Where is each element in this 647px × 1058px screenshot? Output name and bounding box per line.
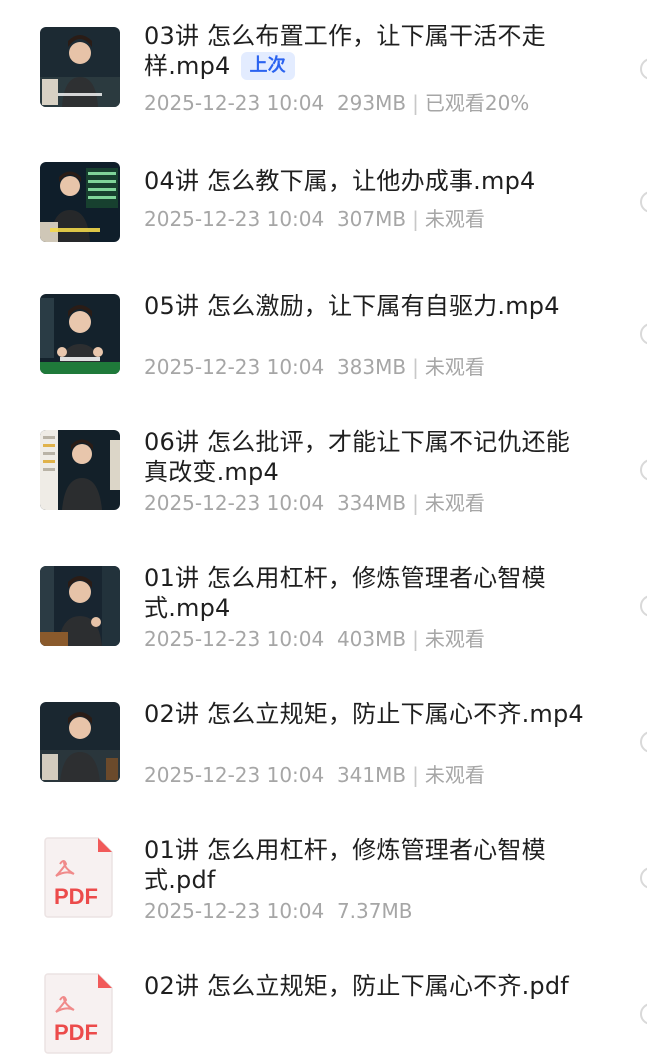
file-date: 2025-12-23 10:04 <box>144 355 325 379</box>
last-played-badge: 上次 <box>240 52 295 80</box>
video-thumbnail <box>40 27 120 107</box>
video-thumbnail <box>40 430 120 510</box>
file-title: 06讲 怎么批评，才能让下属不记仇还能真改变.mp4 <box>144 428 570 486</box>
select-radio[interactable] <box>640 731 647 753</box>
file-size: 383MB <box>336 355 407 379</box>
select-radio[interactable] <box>640 58 647 80</box>
file-meta: 2025-12-23 10:04 307MB | 未观看 <box>144 206 485 232</box>
meta-separator: | <box>412 91 419 115</box>
file-size: 307MB <box>336 207 407 231</box>
watch-status: 未观看 <box>424 207 485 231</box>
watch-status: 已观看20% <box>424 91 530 115</box>
meta-separator: | <box>412 627 419 651</box>
file-size: 334MB <box>336 491 407 515</box>
file-meta: 2025-12-23 10:04 7.37MB <box>144 898 412 924</box>
file-date: 2025-12-23 10:04 <box>144 207 325 231</box>
select-radio[interactable] <box>640 323 647 345</box>
watch-status: 未观看 <box>424 627 485 651</box>
watch-status: 未观看 <box>424 491 485 515</box>
file-date: 2025-12-23 10:04 <box>144 627 325 651</box>
file-size: 403MB <box>336 627 407 651</box>
file-title: 02讲 怎么立规矩，防止下属心不齐.pdf <box>144 972 569 1000</box>
file-meta: 2025-12-23 10:04 334MB | 未观看 <box>144 490 485 516</box>
file-meta: 2025-12-23 10:04 383MB | 未观看 <box>144 354 485 380</box>
video-thumbnail <box>40 294 120 374</box>
svg-text:PDF: PDF <box>54 1020 98 1045</box>
select-radio[interactable] <box>640 191 647 213</box>
meta-separator: | <box>412 491 419 515</box>
select-radio[interactable] <box>640 1003 647 1025</box>
file-size: 341MB <box>336 763 407 787</box>
watch-status: 未观看 <box>424 763 485 787</box>
file-meta: 2025-12-23 10:04 341MB | 未观看 <box>144 762 485 788</box>
pdf-file-icon: PDF <box>44 836 114 918</box>
select-radio[interactable] <box>640 867 647 889</box>
select-radio[interactable] <box>640 595 647 617</box>
file-title: 01讲 怎么用杠杆，修炼管理者心智模式.pdf <box>144 836 546 894</box>
meta-separator: | <box>412 355 419 379</box>
video-thumbnail <box>40 566 120 646</box>
file-date: 2025-12-23 10:04 <box>144 91 325 115</box>
watch-status: 未观看 <box>424 355 485 379</box>
file-size: 7.37MB <box>336 899 413 923</box>
file-date: 2025-12-23 10:04 <box>144 491 325 515</box>
meta-separator: | <box>412 207 419 231</box>
file-meta: 2025-12-23 10:04 403MB | 未观看 <box>144 626 485 652</box>
file-size: 293MB <box>336 91 407 115</box>
file-title: 02讲 怎么立规矩，防止下属心不齐.mp4 <box>144 700 584 728</box>
meta-separator: | <box>412 763 419 787</box>
file-date: 2025-12-23 10:04 <box>144 763 325 787</box>
video-thumbnail <box>40 162 120 242</box>
file-title: 01讲 怎么用杠杆，修炼管理者心智模式.mp4 <box>144 564 546 622</box>
file-date: 2025-12-23 10:04 <box>144 899 325 923</box>
pdf-file-icon: PDF <box>44 972 114 1054</box>
file-title: 04讲 怎么教下属，让他办成事.mp4 <box>144 167 536 195</box>
video-thumbnail <box>40 702 120 782</box>
file-title: 05讲 怎么激励，让下属有自驱力.mp4 <box>144 292 560 320</box>
select-radio[interactable] <box>640 459 647 481</box>
file-meta: 2025-12-23 10:04 293MB | 已观看20% <box>144 90 529 116</box>
file-title: 03讲 怎么布置工作，让下属干活不走样.mp4 上次 <box>144 22 546 80</box>
svg-text:PDF: PDF <box>54 884 98 909</box>
